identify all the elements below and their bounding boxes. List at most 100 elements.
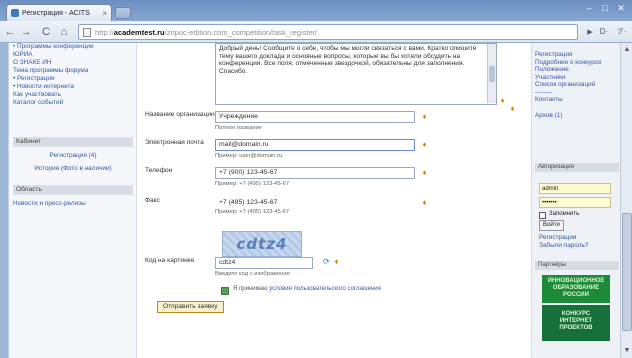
banner-line: ИНТЕРНЕТ: [559, 318, 593, 324]
required-icon: ♦: [422, 140, 427, 149]
right-sidebar: Регистрация Подробнее о конкурсе Положен…: [531, 43, 620, 358]
login-input[interactable]: admin: [539, 183, 611, 194]
agree-link[interactable]: условия пользовательского соглашения: [269, 286, 381, 292]
required-icon: ♦: [422, 168, 427, 177]
field-label-phone: Телефон: [145, 167, 173, 174]
banner-line: ОБРАЗОВАНИЕ: [552, 285, 600, 291]
right-nav-link[interactable]: Список организаций: [535, 81, 620, 89]
register-link[interactable]: Регистрация: [539, 234, 620, 242]
textarea-scrollbar[interactable]: [487, 44, 496, 103]
account-link[interactable]: Регистрация (4): [13, 152, 133, 160]
partners-header: Партнёры: [535, 261, 619, 270]
right-nav-link[interactable]: Участники: [535, 74, 620, 82]
tools-menu-button[interactable]: ℱ·: [614, 25, 630, 39]
back-button[interactable]: ←: [4, 25, 16, 39]
captcha-input[interactable]: cdtz4: [215, 257, 313, 269]
agree-text: Я принимаю: [233, 286, 268, 292]
right-nav-link[interactable]: Регистрация: [535, 51, 620, 59]
address-bar[interactable]: http://academtest.ru/znpoc-edition.com_c…: [78, 24, 578, 40]
reload-button[interactable]: C: [40, 25, 52, 39]
field-label-email: Электронная почта: [145, 139, 204, 146]
captcha-hint: Введите код с изображения: [215, 271, 290, 277]
organization-input[interactable]: Учреждение: [215, 111, 415, 123]
scroll-down-icon[interactable]: ▼: [622, 346, 632, 356]
nav-link[interactable]: Тема программы форума: [13, 67, 133, 75]
captcha-image: cdtz4: [222, 231, 302, 257]
url-host: academtest.ru: [113, 27, 165, 37]
page-menu-button[interactable]: D·: [596, 25, 612, 39]
banner-line: ИННОВАЦИОННОЕ: [547, 278, 605, 284]
nav-link[interactable]: • Новости интернета: [13, 83, 133, 91]
required-icon: ♦: [422, 112, 427, 121]
captcha-label: Код на картинке: [145, 257, 195, 264]
refresh-captcha-icon[interactable]: ⟳: [323, 257, 330, 266]
remember-checkbox[interactable]: [539, 212, 546, 219]
right-nav-link[interactable]: Архив (1): [535, 112, 620, 120]
nav-link[interactable]: ЮРИА: [13, 51, 133, 59]
region-link[interactable]: Новости и пресс-релизы: [13, 200, 133, 208]
fax-hint: Пример: +7 (495) 123-45-67: [215, 209, 290, 215]
region-block-header: Область: [13, 185, 133, 195]
nav-link[interactable]: • Программы конференции: [13, 43, 133, 51]
required-icon: ♦: [334, 257, 339, 266]
browser-tab[interactable]: Регистрация - ACITS ×: [6, 4, 112, 21]
tab-title: Регистрация - ACITS: [22, 9, 90, 17]
nav-links: • Программы конференции ЮРИА О ЗНАКЕ ИН …: [13, 43, 133, 107]
login-header: Авторизация: [535, 163, 619, 172]
region-block: Область Новости и пресс-релизы: [13, 185, 133, 208]
banner-line: РОССИИ: [563, 292, 589, 298]
right-nav-divider: --------: [535, 88, 553, 96]
right-nav-link[interactable]: Положение: [535, 66, 620, 74]
browser-toolbar: ← → C ⌂ http://academtest.ru/znpoc-editi…: [0, 21, 632, 43]
home-button[interactable]: ⌂: [58, 25, 70, 39]
banner-line: КОНКУРС: [561, 311, 591, 317]
account-block-header: Кабинет: [13, 137, 133, 147]
right-nav-link[interactable]: Подробнее о конкурсе: [535, 59, 620, 67]
field-label-fax: Факс: [145, 197, 160, 204]
login-button[interactable]: Войти: [539, 220, 564, 231]
phone-input[interactable]: +7 (900) 123-45-67: [215, 167, 415, 179]
partner-banner-2[interactable]: КОНКУРС ИНТЕРНЕТ ПРОЕКТОВ: [542, 305, 610, 341]
email-input[interactable]: mail@domain.ru: [215, 139, 415, 151]
close-window-button[interactable]: ✕: [614, 3, 628, 14]
right-nav-link[interactable]: Контакты: [535, 96, 620, 104]
required-icon: ♦: [422, 198, 427, 207]
forgot-password-link[interactable]: Забыли пароль?: [539, 242, 620, 250]
forward-button[interactable]: →: [20, 25, 32, 39]
go-button[interactable]: ▸: [584, 25, 596, 39]
url-scheme: http://: [95, 27, 114, 37]
nav-link[interactable]: Каталог событий: [13, 99, 133, 107]
nav-link[interactable]: Как участвовать: [13, 91, 133, 99]
field-label-organization: Название организации: [145, 111, 215, 118]
nav-link[interactable]: О ЗНАКЕ ИН: [13, 59, 133, 67]
registration-form: Добрый день! Сообщите о себе, чтобы мы м…: [137, 43, 527, 358]
close-tab-icon[interactable]: ×: [102, 9, 107, 18]
url-path: /znpoc-edition.com_competition/task_regi…: [164, 27, 318, 37]
banner-line: ПРОЕКТОВ: [559, 325, 593, 331]
partner-banner-1[interactable]: ИННОВАЦИОННОЕ ОБРАЗОВАНИЕ РОССИИ: [542, 275, 610, 303]
new-tab-button[interactable]: [115, 7, 131, 19]
required-icon: ♦: [500, 96, 505, 105]
fax-input[interactable]: +7 (495) 123-45-67: [215, 197, 415, 209]
page-content: • Программы конференции ЮРИА О ЗНАКЕ ИН …: [8, 43, 620, 358]
password-input[interactable]: •••••••: [539, 197, 611, 208]
page-scrollbar[interactable]: ▲ ▼: [620, 43, 632, 358]
left-sidebar: • Программы конференции ЮРИА О ЗНАКЕ ИН …: [9, 43, 137, 358]
agree-checkbox[interactable]: [221, 287, 229, 295]
scroll-up-icon[interactable]: ▲: [622, 45, 632, 55]
minimize-button[interactable]: –: [582, 3, 596, 14]
nav-link[interactable]: • Регистрация: [13, 75, 133, 83]
scroll-thumb[interactable]: [622, 213, 632, 331]
organization-hint: Полное название: [215, 125, 262, 131]
required-icon: ♦: [510, 104, 515, 113]
account-block: Кабинет Регистрация (4) История (Фото в …: [13, 137, 133, 173]
agree-label: Я принимаю условия пользовательского сог…: [233, 286, 381, 292]
account-link[interactable]: История (Фото в наличии): [13, 165, 133, 173]
remember-label: Запомнить: [549, 211, 580, 217]
submit-button[interactable]: Отправить заявку: [157, 301, 224, 313]
description-textarea[interactable]: Добрый день! Сообщите о себе, чтобы мы м…: [215, 43, 497, 105]
right-nav-links: Регистрация Подробнее о конкурсе Положен…: [532, 51, 620, 119]
email-hint: Пример: user@domain.ru: [215, 153, 283, 159]
maximize-button[interactable]: □: [598, 3, 612, 14]
favicon-icon: [11, 9, 19, 17]
